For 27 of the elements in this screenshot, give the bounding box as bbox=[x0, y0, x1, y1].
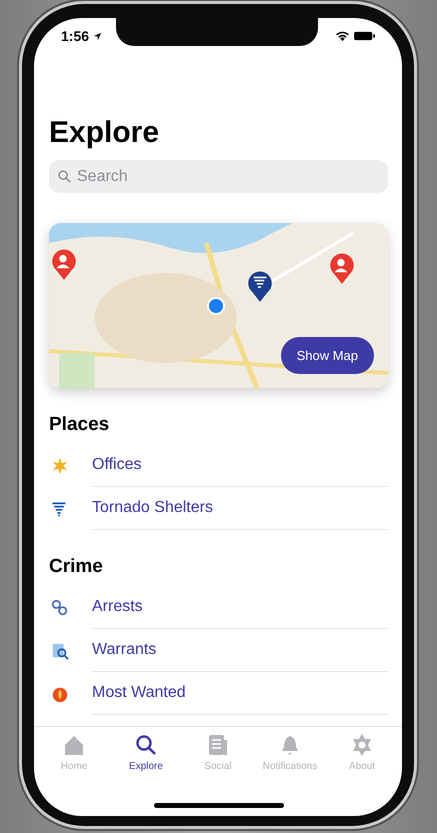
person-pin-icon bbox=[51, 249, 77, 281]
star-icon bbox=[51, 456, 69, 474]
section-heading: Places bbox=[49, 414, 110, 436]
document-search-icon bbox=[51, 642, 69, 660]
tornado-pin-icon bbox=[247, 271, 273, 303]
list-item[interactable]: Warrants bbox=[92, 629, 388, 672]
newspaper-icon bbox=[206, 733, 230, 757]
list-item[interactable]: Arrests bbox=[92, 586, 388, 629]
search-field[interactable]: Search bbox=[49, 160, 388, 193]
house-icon bbox=[62, 733, 86, 757]
list-item[interactable]: Most Wanted bbox=[92, 672, 388, 715]
wifi-icon bbox=[335, 30, 350, 42]
location-arrow-icon bbox=[93, 32, 102, 40]
list-item[interactable]: Offices bbox=[92, 444, 388, 487]
handcuffs-icon bbox=[51, 598, 69, 616]
flame-icon bbox=[51, 684, 69, 702]
list-item[interactable]: Tornado Shelters bbox=[92, 487, 388, 530]
gear-icon bbox=[350, 733, 374, 757]
search-icon bbox=[134, 733, 158, 757]
section-heading: Crime bbox=[49, 556, 104, 578]
tornado-icon bbox=[51, 500, 67, 518]
show-map-button[interactable]: Show Map bbox=[280, 337, 374, 374]
battery-icon bbox=[354, 31, 376, 41]
person-pin-icon bbox=[329, 253, 355, 285]
page-title: Explore bbox=[49, 116, 160, 150]
tab[interactable]: Explore bbox=[114, 733, 178, 803]
status-time: 1:56 bbox=[61, 28, 90, 44]
